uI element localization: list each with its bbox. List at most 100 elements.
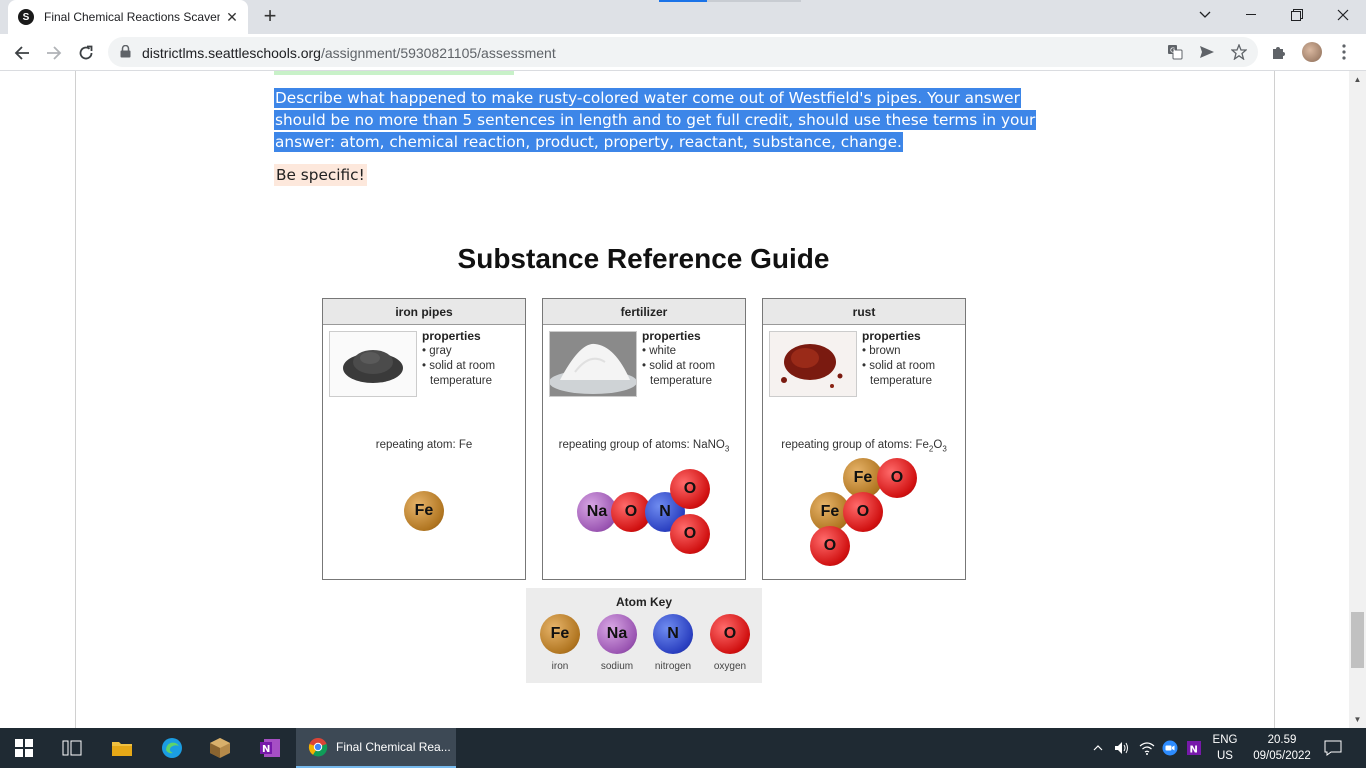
minecraft-icon[interactable] [196, 728, 244, 768]
schoology-favicon-icon: S [18, 9, 34, 25]
formula-text: repeating group of atoms: Fe [781, 439, 929, 451]
formula-text: O [933, 439, 943, 451]
new-tab-button[interactable]: + [258, 5, 282, 29]
card-heading: rust [763, 299, 965, 325]
card-iron-pipes: iron pipes properties • gray • solid at … [322, 298, 526, 580]
selected-question-text: Describe what happened to make rusty-col… [274, 88, 1037, 152]
forward-icon[interactable] [41, 40, 67, 66]
task-view-icon[interactable] [48, 728, 96, 768]
rust-powder-image [769, 331, 857, 397]
extensions-icon[interactable] [1269, 42, 1289, 62]
content-border-right [1274, 71, 1275, 728]
scrollbar-thumb[interactable] [1351, 612, 1364, 668]
key-label-oxygen: oxygen [713, 661, 747, 672]
key-atom-n: N [653, 614, 693, 654]
atom-key: Atom Key Fe Na N O iron sodium nitrogen … [526, 588, 762, 683]
repeating-unit-label: repeating atom: Fe [375, 439, 473, 451]
tab-strip: S Final Chemical Reactions Scaveng ✕ + [0, 0, 1366, 34]
browser-tab[interactable]: S Final Chemical Reactions Scaveng ✕ [8, 0, 248, 34]
show-hidden-icons-icon[interactable] [1088, 728, 1108, 768]
card-fertilizer: fertilizer properties • white • solid at… [542, 298, 746, 580]
atom-o: O [843, 492, 883, 532]
key-atom-na: Na [597, 614, 637, 654]
scroll-down-icon[interactable]: ▼ [1349, 711, 1366, 728]
profile-avatar[interactable] [1302, 42, 1322, 62]
url-text[interactable]: districtlms.seattleschools.org/assignmen… [142, 45, 556, 61]
card-heading: iron pipes [323, 299, 525, 325]
send-icon[interactable] [1198, 43, 1216, 61]
tab-indicator-secondary [707, 0, 801, 2]
more-menu-icon[interactable] [1334, 42, 1354, 62]
iron-powder-image [329, 331, 417, 397]
minimize-icon[interactable] [1228, 0, 1274, 30]
close-window-icon[interactable] [1320, 0, 1366, 30]
atom-o: O [670, 514, 710, 554]
svg-text:G: G [1170, 47, 1175, 55]
taskbar-chrome-label: Final Chemical Rea... [336, 740, 451, 754]
atom-key-title: Atom Key [615, 595, 672, 609]
volume-icon[interactable] [1111, 728, 1133, 768]
card-rust: rust properties • brown • solid at room … [762, 298, 966, 580]
windows-taskbar: N Final Chemical Rea... N ENG US 20.59 09/… [0, 728, 1366, 768]
content-border-left [75, 71, 76, 728]
formula-text: repeating group of atoms: NaNO [558, 439, 725, 451]
formula-subscript: 3 [724, 444, 730, 454]
property-state: • solid at room temperature [422, 360, 496, 387]
browser-toolbar: districtlms.seattleschools.org/assignmen… [0, 34, 1366, 71]
bookmark-star-icon[interactable] [1230, 43, 1248, 61]
card-heading: fertilizer [543, 299, 745, 325]
highlight-strip [274, 71, 514, 75]
question-prompt: Describe what happened to make rusty-col… [274, 87, 1054, 153]
key-label-nitrogen: nitrogen [654, 661, 692, 672]
reload-icon[interactable] [73, 40, 99, 66]
clock-date: 09/05/2022 [1253, 750, 1311, 762]
be-specific-note: Be specific! [274, 164, 367, 186]
back-icon[interactable] [9, 40, 35, 66]
property-color: • gray [422, 345, 452, 357]
guide-title: Substance Reference Guide [457, 243, 830, 274]
close-tab-icon[interactable]: ✕ [224, 9, 240, 25]
property-color: • white [642, 345, 677, 357]
atom-fe: Fe [404, 491, 444, 531]
onenote-icon[interactable]: N [246, 728, 294, 768]
property-state: • solid at room temperature [862, 360, 936, 387]
fertilizer-image [549, 331, 637, 397]
tab-search-icon[interactable] [1182, 0, 1228, 30]
file-explorer-icon[interactable] [98, 728, 146, 768]
tab-indicator [659, 0, 707, 2]
wifi-icon[interactable] [1136, 728, 1158, 768]
lock-icon[interactable] [120, 44, 131, 63]
windows-start-icon[interactable] [0, 728, 48, 768]
repeating-unit-label: repeating group of atoms: Fe2O3 [763, 439, 965, 453]
taskbar-chrome-window[interactable]: Final Chemical Rea... [296, 728, 456, 768]
svg-text:N: N [1190, 745, 1198, 756]
translate-icon[interactable]: G [1166, 43, 1184, 61]
properties-heading: properties [862, 329, 921, 343]
card-properties: properties • gray • solid at room temper… [422, 329, 508, 389]
language-indicator[interactable]: ENG US [1207, 728, 1243, 768]
chrome-icon [308, 738, 328, 757]
key-label-sodium: sodium [600, 661, 634, 672]
atom-o: O [670, 469, 710, 509]
card-properties: properties • brown • solid at room tempe… [862, 329, 948, 389]
language-code: ENG [1212, 734, 1238, 746]
clock-time: 20.59 [1267, 734, 1297, 746]
key-atom-fe: Fe [540, 614, 580, 654]
property-color: • brown [862, 345, 901, 357]
key-label-iron: iron [551, 661, 569, 672]
card-properties: properties • white • solid at room tempe… [642, 329, 728, 389]
address-bar[interactable]: districtlms.seattleschools.org/assignmen… [108, 37, 1258, 67]
edge-icon[interactable] [148, 728, 196, 768]
formula-subscript: 3 [942, 444, 947, 454]
zoom-tray-icon[interactable] [1159, 728, 1181, 768]
restore-icon[interactable] [1274, 0, 1320, 30]
notifications-icon[interactable] [1318, 728, 1348, 768]
properties-heading: properties [642, 329, 701, 343]
tab-title: Final Chemical Reactions Scaveng [44, 10, 220, 24]
clock[interactable]: 20.59 09/05/2022 [1250, 728, 1314, 768]
onenote-tray-icon[interactable]: N [1183, 728, 1205, 768]
repeating-unit-label: repeating group of atoms: NaNO3 [543, 439, 745, 453]
svg-text:N: N [262, 744, 270, 755]
scroll-up-icon[interactable]: ▲ [1349, 71, 1366, 88]
property-state: • solid at room temperature [642, 360, 716, 387]
